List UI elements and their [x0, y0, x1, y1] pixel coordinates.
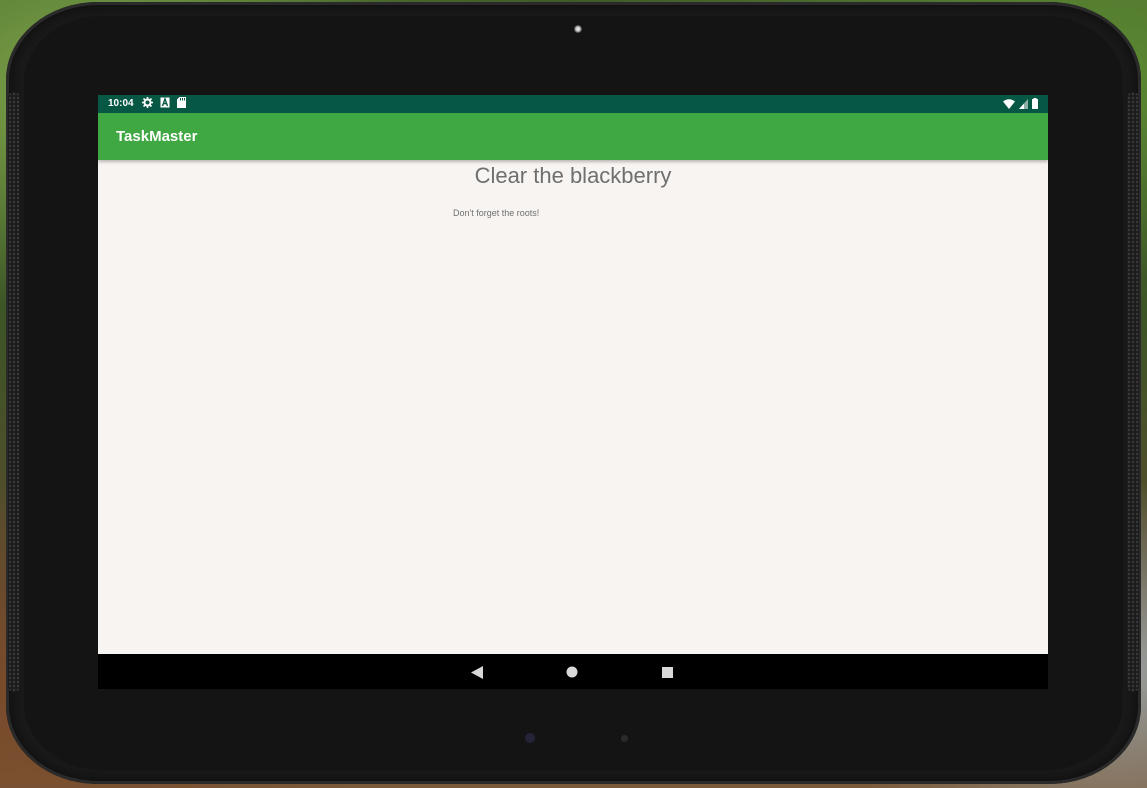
- back-button[interactable]: [467, 662, 487, 682]
- wifi-icon: [1003, 98, 1015, 112]
- device-screen: 10:04 TaskMaster Clear the blackberry Do…: [98, 95, 1048, 689]
- back-icon: [471, 665, 483, 679]
- gear-icon: [141, 96, 154, 111]
- sd-card-icon: [177, 97, 186, 111]
- font-a-icon: [160, 96, 170, 111]
- signal-icon: [1019, 98, 1028, 112]
- app-title: TaskMaster: [116, 128, 198, 145]
- front-camera: [574, 25, 582, 33]
- recents-icon: [661, 666, 673, 678]
- navigation-bar: [98, 654, 1048, 689]
- sensor-dot: [621, 735, 628, 742]
- speaker-grille-right: [1127, 92, 1139, 692]
- status-time: 10:04: [108, 98, 134, 109]
- status-icons-right: [1003, 98, 1038, 112]
- home-icon: [566, 666, 578, 678]
- home-button[interactable]: [562, 662, 582, 682]
- task-title: Clear the blackberry: [474, 163, 672, 188]
- status-bar: 10:04: [98, 95, 1048, 113]
- app-bar: TaskMaster: [98, 113, 1048, 160]
- speaker-grille-left: [8, 92, 20, 692]
- status-icons-left: [141, 96, 186, 111]
- task-description: Don't forget the roots!: [453, 208, 540, 218]
- sensor-light: [525, 733, 535, 743]
- battery-icon: [1032, 98, 1038, 112]
- recents-button[interactable]: [657, 662, 677, 682]
